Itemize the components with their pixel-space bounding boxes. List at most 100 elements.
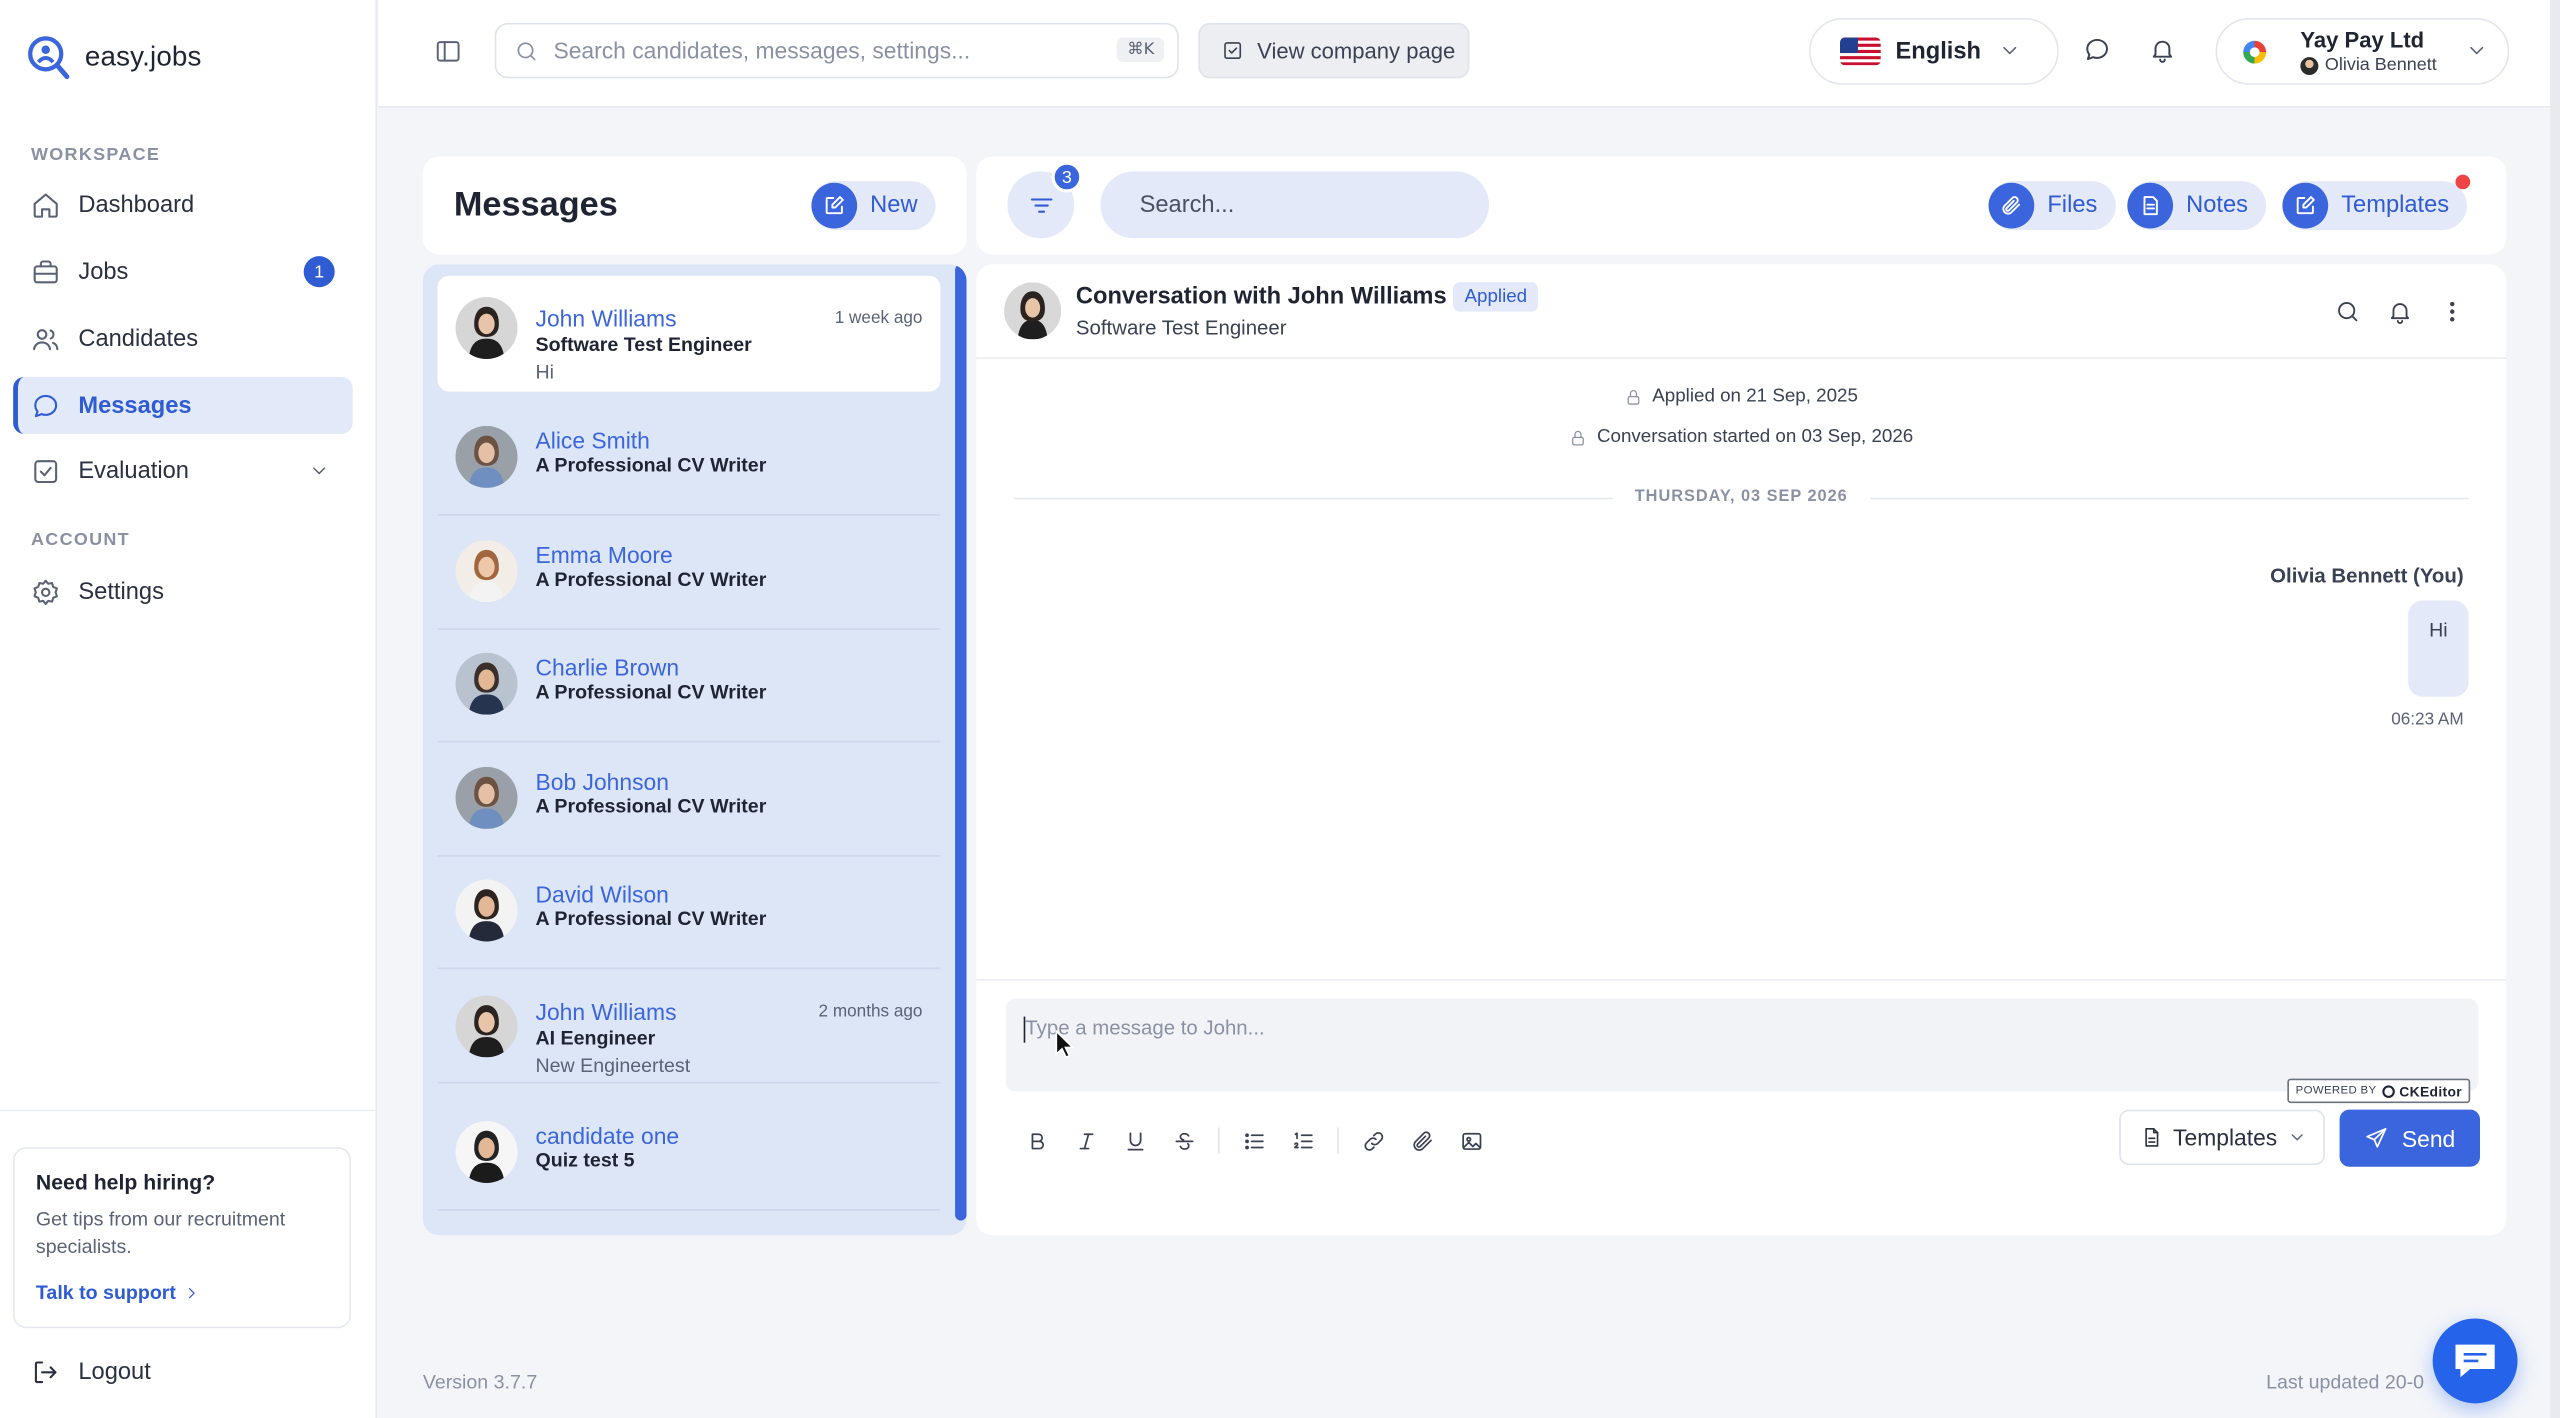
profile-menu[interactable]: Yay Pay Ltd Olivia Bennett	[2215, 17, 2510, 85]
italic-button[interactable]	[1061, 1128, 1110, 1152]
candidate-avatar	[455, 1121, 518, 1184]
conversation-toolbar: 3 Search... Files Notes Templates	[976, 156, 2507, 255]
conversation-name: Bob Johnson	[535, 768, 669, 795]
chevron-down-icon	[2291, 1134, 2303, 1141]
conversation-subtitle: Software Test Engineer	[1075, 316, 1287, 340]
toolbar-separator	[1217, 1127, 1220, 1154]
global-search-input[interactable]: Search candidates, messages, settings...…	[494, 22, 1179, 79]
files-button[interactable]: Files	[1988, 181, 2116, 231]
sidebar-item-settings[interactable]: Settings	[13, 563, 353, 620]
conversation-search-placeholder: Search...	[1139, 191, 1235, 218]
conversation-list-scrollbar[interactable]	[955, 264, 967, 1221]
chat-notifications-button[interactable]	[2083, 36, 2111, 64]
external-check-icon	[1224, 42, 1242, 60]
conversation-name: Emma Moore	[535, 541, 673, 568]
bell-icon	[2152, 40, 2173, 63]
candidate-avatar	[455, 296, 518, 359]
templates-dropdown[interactable]: Templates	[2119, 1109, 2325, 1166]
logout-button[interactable]: Logout	[31, 1358, 151, 1387]
candidate-avatar	[455, 652, 518, 715]
talk-to-support-link[interactable]: Talk to support	[36, 1281, 201, 1304]
messages-header: Messages New	[422, 156, 967, 255]
conversation-role: A Professional CV Writer	[535, 567, 767, 591]
sidebar-toggle-button[interactable]	[434, 38, 462, 66]
sidebar-item-evaluation[interactable]: Evaluation	[13, 442, 353, 499]
bold-button[interactable]	[1012, 1128, 1061, 1152]
candidate-avatar	[455, 766, 518, 829]
sidebar-item-candidates[interactable]: Candidates	[13, 310, 353, 367]
profile-user-name: Olivia Bennett	[2324, 55, 2437, 76]
notifications-button[interactable]	[2149, 36, 2177, 64]
chevron-right-icon	[188, 1287, 195, 1298]
bulleted-list-button[interactable]	[1229, 1128, 1278, 1152]
sidebar-item-label: Messages	[78, 392, 192, 419]
document-icon	[2145, 1127, 2159, 1147]
strikethrough-button[interactable]	[1159, 1128, 1208, 1152]
sidebar-item-messages[interactable]: Messages	[13, 376, 353, 435]
app-logo[interactable]: easy.jobs	[26, 33, 201, 82]
message-input[interactable]: Type a message to John...	[1005, 998, 2479, 1092]
day-divider-label: THURSDAY, 03 SEP 2026	[1611, 487, 1871, 506]
template-edit-icon	[2282, 182, 2329, 229]
view-company-page-button[interactable]: View company page	[1198, 22, 1470, 79]
conversation-item[interactable]: John Williams AI Eengineer New Engineertes…	[437, 969, 941, 1084]
conversation-item[interactable]: Bob Johnson A Professional CV Writer	[437, 742, 941, 857]
conversation-item[interactable]: candidate one Quiz test 5	[437, 1097, 941, 1211]
page-title: Messages	[453, 186, 618, 224]
attach-file-button[interactable]	[1398, 1128, 1447, 1152]
message-bubble: Hi	[2408, 600, 2469, 697]
conversation-role: A Professional CV Writer	[535, 794, 767, 818]
conversation-item[interactable]: David Wilson A Professional CV Writer	[437, 855, 941, 970]
conversation-more-button[interactable]	[2439, 299, 2465, 325]
sidebar-item-dashboard[interactable]: Dashboard	[13, 176, 353, 233]
conversation-item[interactable]: John Williams Software Test Engineer Hi 1 w…	[437, 275, 941, 392]
conversation-name: Charlie Brown	[535, 654, 680, 681]
filter-button[interactable]: 3	[1007, 161, 1083, 239]
search-conversation-button[interactable]	[2335, 299, 2361, 325]
notes-icon	[2127, 182, 2174, 229]
underline-button[interactable]	[1110, 1128, 1159, 1152]
insert-image-button[interactable]	[1447, 1128, 1496, 1152]
conversation-notifications-button[interactable]	[2387, 299, 2413, 325]
conversation-item[interactable]: Alice Smith A Professional CV Writer	[437, 401, 941, 516]
image-icon	[1461, 1132, 1481, 1150]
conversation-role: Quiz test 5	[535, 1148, 635, 1172]
ckeditor-badge[interactable]: POWERED BY CKEditor	[2287, 1078, 2471, 1104]
page-scrollbar[interactable]	[2550, 0, 2560, 1418]
conversation-item[interactable]: Charlie Brown A Professional CV Writer	[437, 628, 941, 743]
search-icon	[2338, 302, 2358, 322]
lock-icon	[1627, 389, 1640, 404]
conversation-item[interactable]: Emma Moore A Professional CV Writer	[437, 516, 941, 630]
sidebar-toggle-icon	[436, 41, 460, 62]
paperclip-icon	[1988, 182, 2035, 229]
sidebar-divider	[0, 1109, 378, 1112]
sidebar-item-jobs[interactable]: Jobs 1	[13, 243, 353, 300]
conversation-role: AI Eengineer	[535, 1026, 656, 1050]
notes-button[interactable]: Notes	[2127, 181, 2266, 231]
account-section-label: ACCOUNT	[31, 530, 130, 550]
users-icon	[33, 328, 59, 350]
insert-link-button[interactable]	[1349, 1128, 1398, 1152]
send-button[interactable]: Send	[2339, 1109, 2480, 1167]
compose-icon	[811, 182, 858, 229]
logout-label: Logout	[78, 1359, 151, 1386]
templates-dropdown-label: Templates	[2173, 1124, 2278, 1151]
templates-button[interactable]: Templates	[2282, 174, 2471, 231]
conversation-name: Alice Smith	[535, 427, 650, 454]
conversation-search-input[interactable]: Search...	[1100, 171, 1489, 239]
search-shortcut-hint: ⌘K	[1117, 37, 1165, 63]
sidebar: easy.jobs WORKSPACE Dashboard Jobs 1 Can…	[0, 0, 378, 1418]
new-message-button[interactable]: New	[811, 181, 936, 231]
bullet-list-icon	[1244, 1132, 1263, 1149]
link-icon	[1363, 1131, 1383, 1150]
numbered-list-button[interactable]	[1278, 1128, 1327, 1152]
sidebar-item-label: Dashboard	[78, 191, 195, 218]
support-chat-button[interactable]	[2432, 1318, 2518, 1404]
ckeditor-prefix: POWERED BY	[2295, 1085, 2377, 1097]
conversation-preview: Hi	[535, 360, 555, 384]
bell-icon	[2390, 303, 2410, 324]
company-logo-icon	[2243, 40, 2267, 64]
conversation-name: David Wilson	[535, 881, 669, 908]
language-selector[interactable]: English	[1808, 17, 2059, 85]
chat-avatar	[1004, 282, 1062, 340]
